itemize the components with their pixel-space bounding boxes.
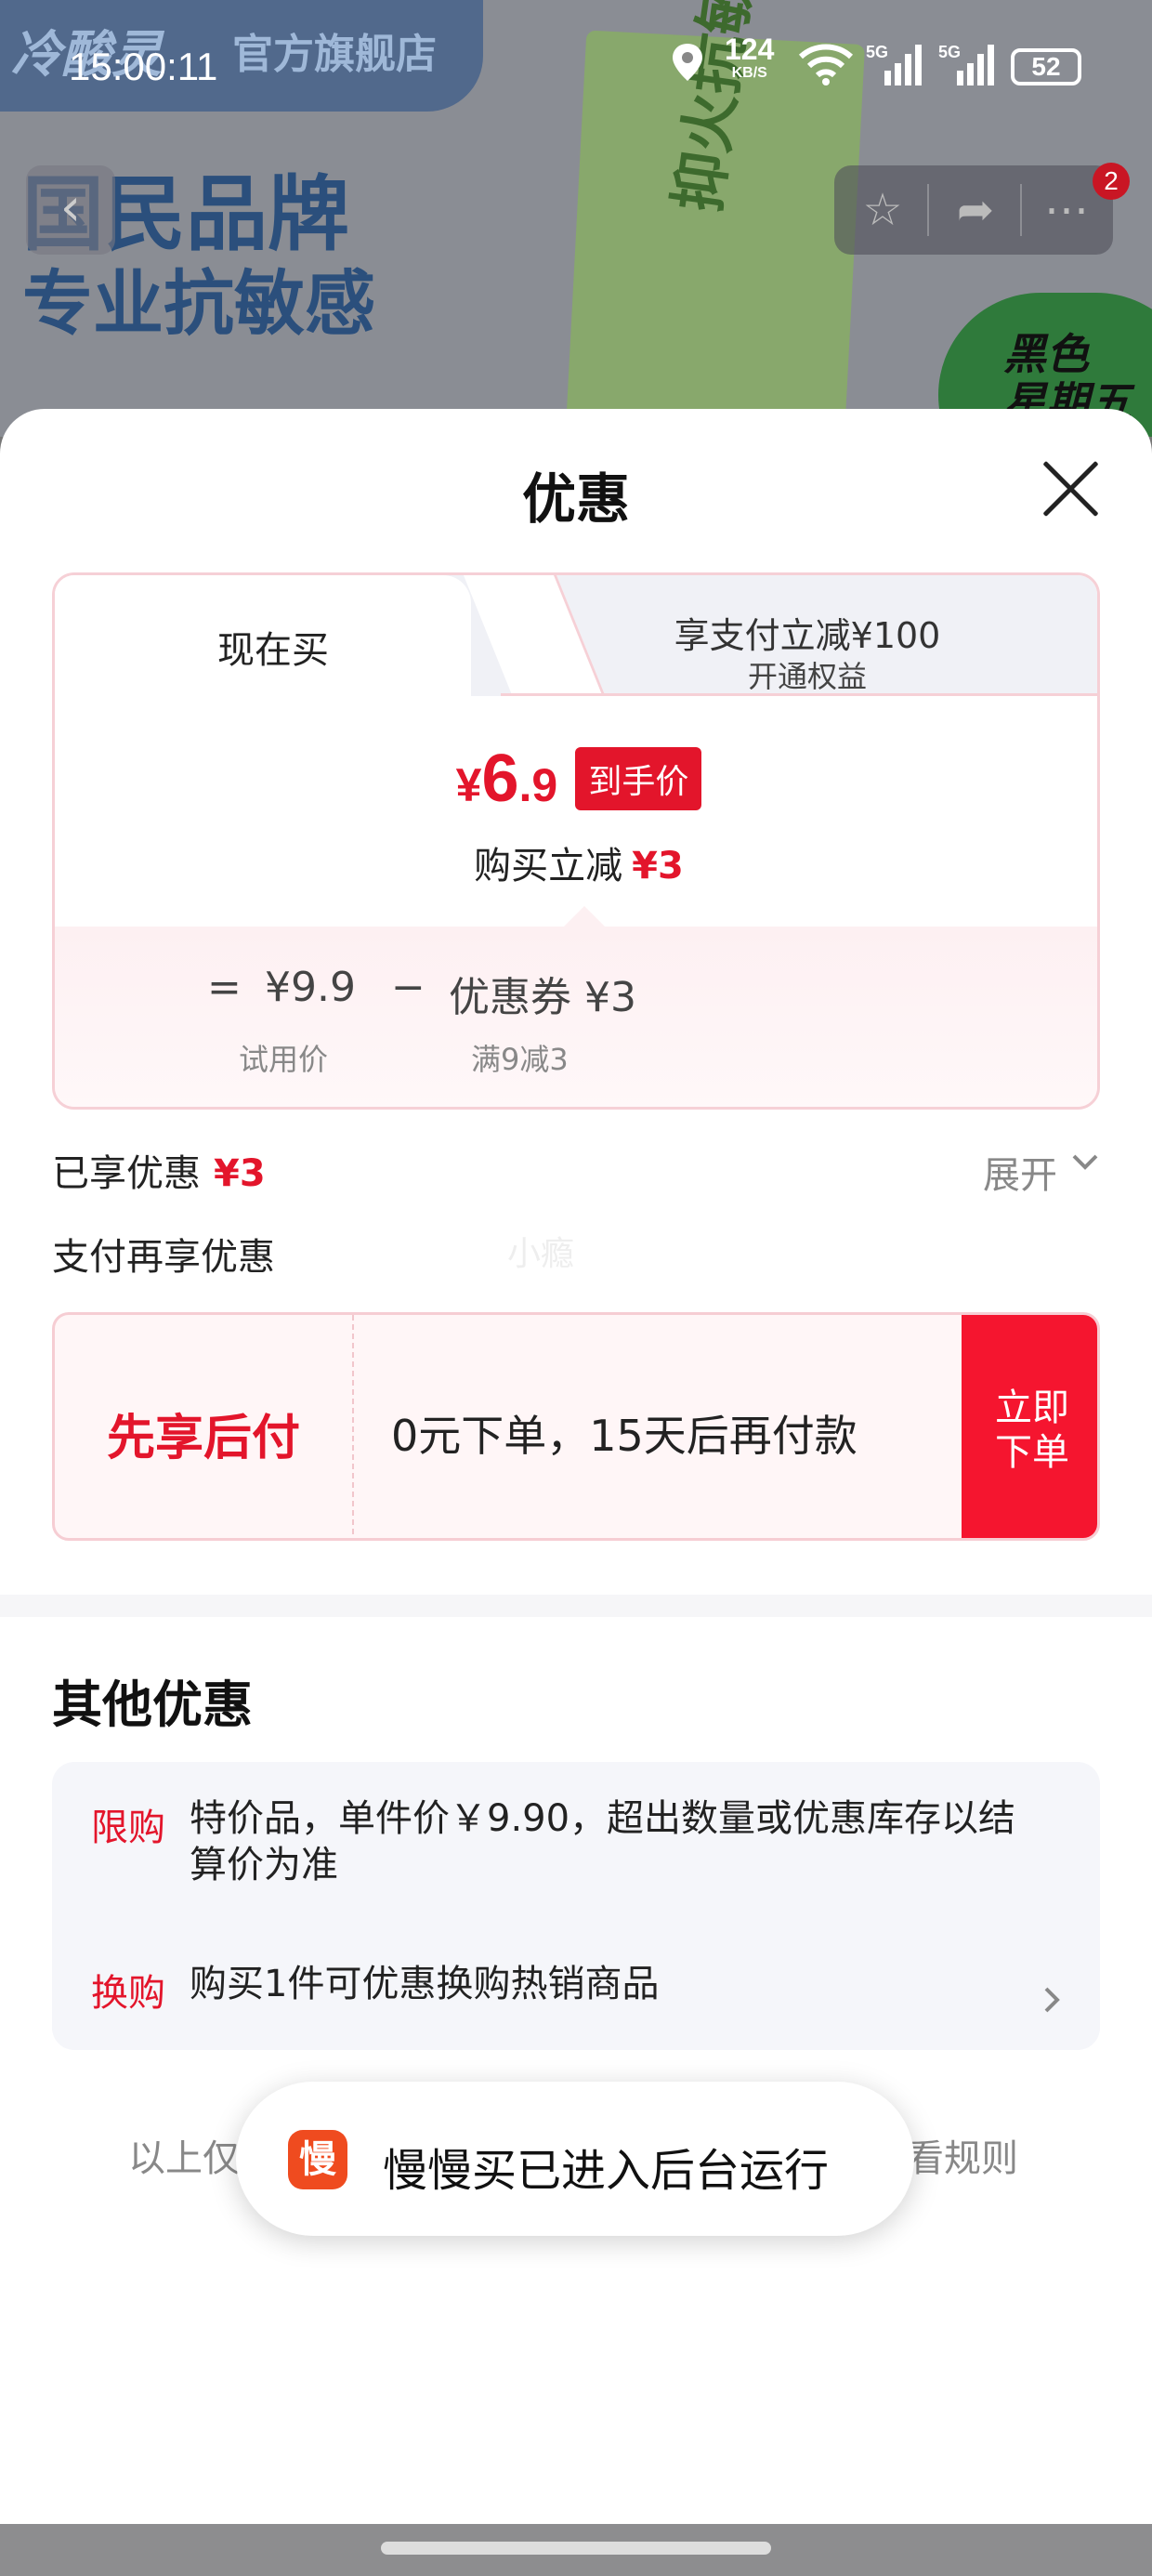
limit-purchase-text: 特价品，单件价￥9.90，超出数量或优惠库存以结算价为准 [190,1797,1016,1886]
pay-later-title: 先享后付 [106,1411,300,1466]
final-price-tag: 到手价 [575,747,702,810]
formula-trial-label: 试用价 [239,1042,329,1077]
formula-caret [564,906,605,927]
tab-underline [501,693,1097,696]
header-actions: ☆ ➦ ⋯ [834,165,1113,255]
section-divider [0,1595,1152,1617]
pay-later-desc: 0元下单，15天后再付款 [391,1411,857,1461]
order-now-line1: 立即 [995,1387,1069,1429]
actions-divider [927,184,929,236]
watermark-text: 小瘾 [507,1235,575,1273]
price-decimal: .9 [518,759,558,811]
price-currency: ¥ [455,759,482,811]
formula-minus: − [391,964,425,1011]
close-icon[interactable] [1039,457,1102,520]
formula-coupon-label: 满9减3 [471,1042,569,1077]
signal-5g-icon-1: 5G [866,43,925,98]
pay-later-option[interactable]: 先享后付 0元下单，15天后再付款 立即 下单 [52,1312,1100,1541]
background-running-toast: 慢 慢慢买已进入后台运行 [236,2082,914,2236]
formula-equals: = [207,964,242,1011]
location-icon [669,42,706,91]
chevron-down-icon[interactable] [1067,1143,1104,1189]
other-discounts-title: 其他优惠 [52,1676,253,1734]
sheet-title: 优惠 [521,467,630,531]
enjoyed-value: ¥3 [214,1152,266,1195]
actions-divider [1020,184,1022,236]
price-card: 现在买 享支付立减¥100 开通权益 ¥6.9 到手价 购买立减 ¥3 = ¥9.… [52,572,1100,1110]
price-integer: 6 [481,742,519,816]
status-bar: 15:00:11 124 KB/S 5G 5G 52 [0,0,1152,139]
net-speed-unit: KB/S [731,65,767,81]
tab-buy-now-label: 现在买 [217,629,329,672]
exchange-purchase-tag[interactable]: 换购 [91,1963,165,2017]
back-button[interactable]: ‹ [26,165,115,255]
tab-pay-discount-sub[interactable]: 开通权益 [575,653,1040,696]
order-now-button[interactable]: 立即 下单 [962,1315,1097,1538]
notification-badge: 2 [1093,163,1130,200]
slogan-line2: 专业抗敏感 [22,262,375,345]
signal1-label: 5G [866,43,889,61]
instant-discount-value: ¥3 [632,845,684,887]
price-tabs: 现在买 享支付立减¥100 开通权益 [55,575,1097,696]
pay-more-discount-label: 支付再享优惠 [52,1236,275,1279]
order-now-line2: 下单 [995,1431,1069,1474]
final-price-row: ¥6.9 到手价 [55,741,1097,817]
instant-discount-label: 购买立减 [474,845,623,887]
instant-discount: 购买立减 ¥3 [55,835,1097,889]
toast-message: 慢慢买已进入后台运行 [383,2145,830,2197]
signal-5g-icon-2: 5G [938,43,998,98]
limit-purchase-tag: 限购 [91,1807,165,1849]
chevron-right-icon[interactable] [1039,1981,1067,2028]
expand-button[interactable]: 展开 [983,1145,1057,1199]
home-indicator[interactable] [381,2542,771,2555]
battery-icon: 52 [1011,48,1081,85]
favorite-star-icon[interactable]: ☆ [855,182,910,238]
enjoyed-discount: 已享优惠 ¥3 [52,1143,266,1197]
enjoyed-label: 已享优惠 [52,1152,201,1195]
tab-pay-discount-label[interactable]: 享支付立减¥100 [575,607,1040,658]
view-rules-link[interactable]: 看规则 [907,2128,1018,2182]
final-price: ¥6.9 [456,741,558,817]
status-time: 15:00:11 [69,45,218,88]
pay-later-divider [352,1315,354,1538]
rules-note-left: 以上仅 [128,2137,240,2180]
exchange-purchase-text[interactable]: 购买1件可优惠换购热销商品 [190,1961,1044,2007]
other-discounts-list: 限购 特价品，单件价￥9.90，超出数量或优惠库存以结算价为准 换购 购买1件可… [52,1762,1100,2050]
price-formula: = ¥9.9 − 优惠券 ¥3 试用价 满9减3 [55,906,1097,1107]
formula-trial-price: ¥9.9 [265,964,356,1011]
more-icon[interactable]: ⋯ [1039,182,1094,238]
net-speed: 124 KB/S [725,34,774,85]
formula-coupon: 优惠券 ¥3 [449,974,636,1021]
share-icon[interactable]: ➦ [948,182,1003,238]
app-icon: 慢 [288,2130,347,2189]
signal2-label: 5G [938,43,962,61]
wifi-icon [797,42,855,95]
